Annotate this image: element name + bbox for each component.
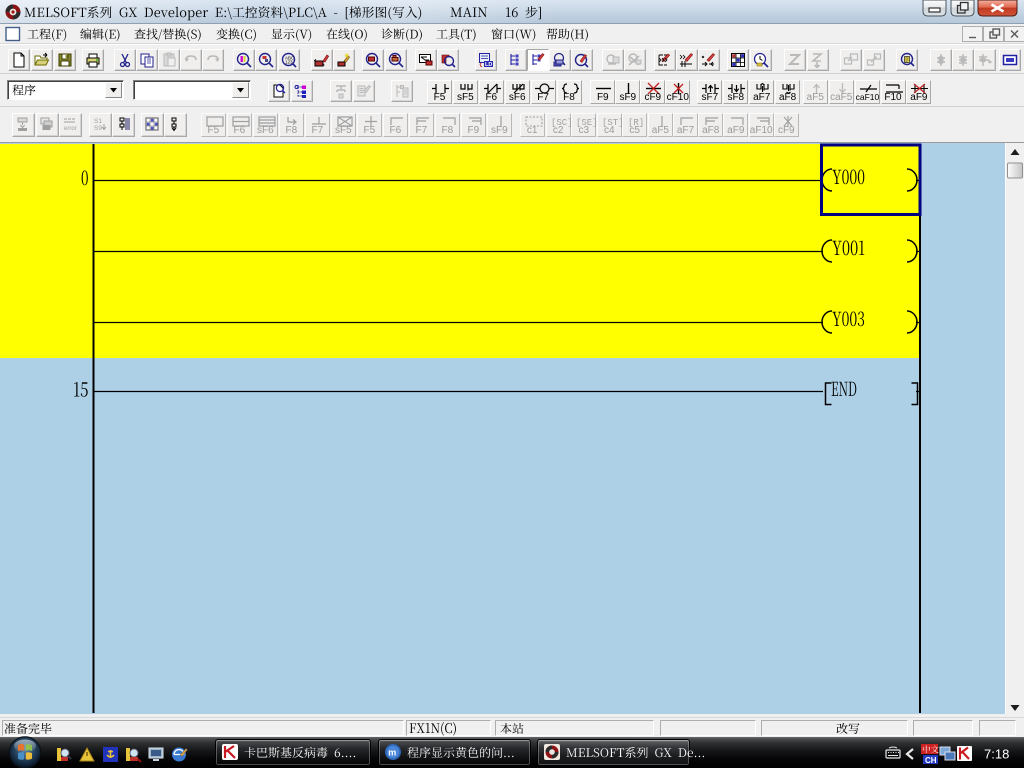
svg-text:CH: CH — [925, 756, 937, 765]
svg-text:error: error — [64, 126, 77, 132]
svg-text:S1: S1 — [94, 118, 102, 125]
svg-text:123: 123 — [285, 60, 293, 65]
svg-text:LD: LD — [485, 62, 492, 68]
svg-text:7:18: 7:18 — [984, 747, 1009, 762]
svg-text:S9: S9 — [94, 125, 102, 132]
